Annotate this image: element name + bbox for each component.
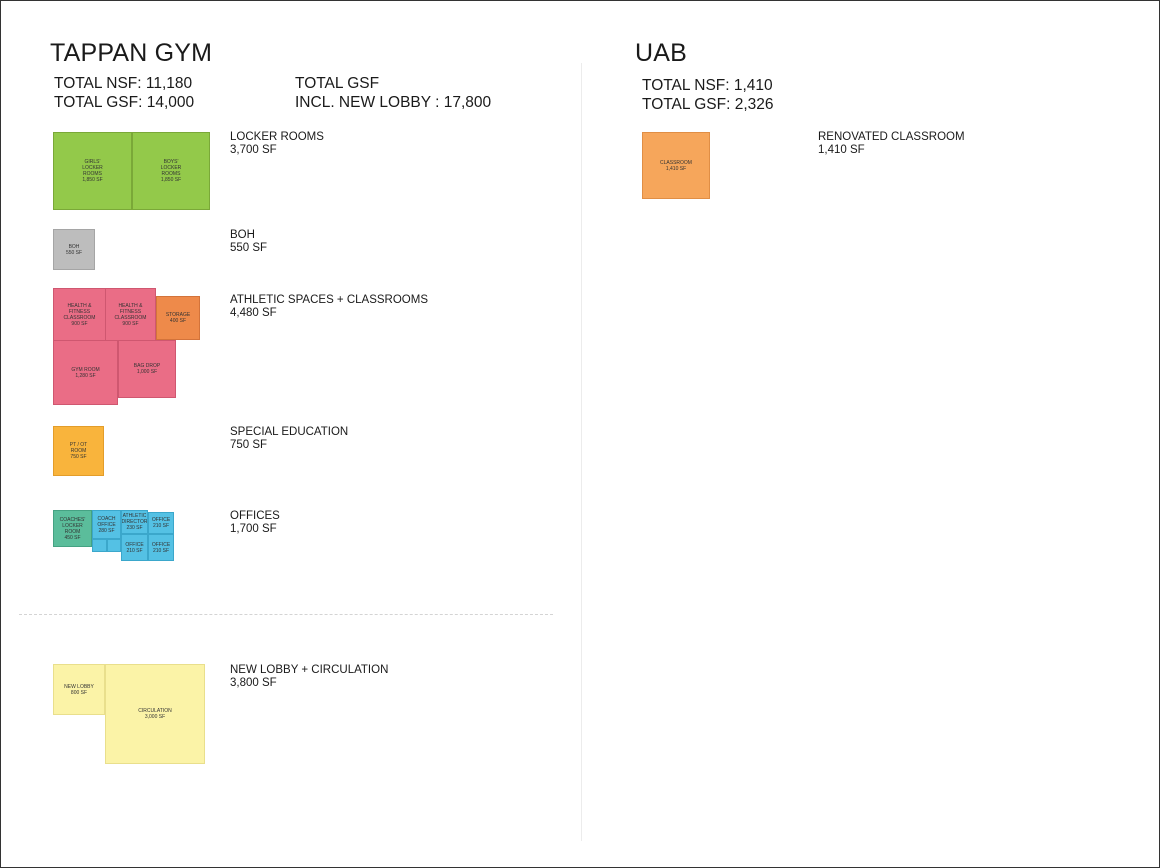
boh-label: BOH 550 SF (230, 229, 267, 255)
circulation-text: CIRCULATION 3,000 SF (138, 708, 172, 720)
offices-name: OFFICES (230, 510, 280, 522)
coach-office-text: COACH OFFICE 280 SF (97, 515, 116, 534)
boh-block: BOH 550 SF (53, 229, 95, 270)
tappan-gym-title: TAPPAN GYM (50, 39, 213, 67)
bag-drop-text: BAG DROP 1,000 SF (133, 363, 161, 375)
office-bottom-1-block: OFFICE 210 SF (121, 534, 148, 561)
classroom-block: CLASSROOM 1,410 SF (642, 132, 710, 199)
new-lobby-text: NEW LOBBY 800 SF (64, 683, 94, 696)
athletic-name: ATHLETIC SPACES + CLASSROOMS (230, 294, 428, 306)
office-top-text: OFFICE 210 SF (151, 517, 171, 529)
small-room-1-block (92, 539, 107, 552)
column-divider (581, 63, 582, 841)
boys-locker-room-block: BOYS' LOCKER ROOMS 1,850 SF (132, 132, 210, 210)
office-bottom-2-block: OFFICE 210 SF (148, 534, 174, 561)
coaches-locker-room-block: COACHES' LOCKER ROOM 450 SF (53, 510, 92, 547)
diagram-frame: TAPPAN GYM TOTAL NSF: 11,180 TOTAL GSF: … (0, 0, 1160, 868)
lobby-divider (19, 614, 553, 615)
coaches-locker-room-text: COACHES' LOCKER ROOM 450 SF (59, 516, 86, 541)
boys-locker-room-text: BOYS' LOCKER ROOMS 1,850 SF (160, 159, 182, 183)
locker-rooms-label: LOCKER ROOMS 3,700 SF (230, 131, 324, 157)
new-lobby-block: NEW LOBBY 800 SF (53, 664, 105, 715)
locker-rooms-area: 3,700 SF (230, 144, 277, 156)
office-bottom-1-text: OFFICE 210 SF (125, 541, 144, 554)
locker-rooms-name: LOCKER ROOMS (230, 131, 324, 143)
bag-drop-block: BAG DROP 1,000 SF (118, 340, 176, 398)
boh-name: BOH (230, 229, 255, 241)
health-fitness-classroom-1-text: HEALTH & FITNESS CLASSROOM 900 SF (63, 302, 96, 327)
tappan-gsf-lobby-label: TOTAL GSF (295, 75, 380, 92)
special-education-name: SPECIAL EDUCATION (230, 426, 349, 438)
tappan-gsf-lobby-value: INCL. NEW LOBBY : 17,800 (295, 94, 492, 111)
gym-room-block: GYM ROOM 1,280 SF (53, 340, 118, 405)
storage-block: STORAGE 400 SF (156, 296, 200, 340)
lobby-circulation-area: 3,800 SF (230, 677, 277, 689)
boh-block-text: BOH 550 SF (65, 243, 83, 256)
athletic-label: ATHLETIC SPACES + CLASSROOMS 4,480 SF (230, 294, 428, 320)
health-fitness-classroom-2-text: HEALTH & FITNESS CLASSROOM 900 SF (114, 302, 147, 327)
offices-area: 1,700 SF (230, 523, 277, 535)
office-top-block: OFFICE 210 SF (148, 512, 174, 534)
boh-area: 550 SF (230, 242, 268, 254)
lobby-circulation-label: NEW LOBBY + CIRCULATION 3,800 SF (230, 664, 388, 690)
offices-label: OFFICES 1,700 SF (230, 510, 280, 536)
renovated-classroom-name: RENOVATED CLASSROOM (818, 131, 965, 143)
health-fitness-classroom-1-block: HEALTH & FITNESS CLASSROOM 900 SF (53, 288, 106, 341)
pt-ot-room-block: PT / OT ROOM 750 SF (53, 426, 104, 476)
pt-ot-room-text: PT / OT ROOM 750 SF (69, 442, 88, 460)
special-education-label: SPECIAL EDUCATION 750 SF (230, 426, 348, 452)
athletic-director-office-block: ATHLETIC DIRECTOR 230 SF (121, 510, 148, 534)
athletic-area: 4,480 SF (230, 307, 277, 319)
girls-locker-room-text: GIRLS' LOCKER ROOMS 1,850 SF (82, 159, 103, 183)
storage-text: STORAGE 400 SF (165, 312, 191, 324)
uab-title: UAB (635, 39, 688, 67)
coach-office-block: COACH OFFICE 280 SF (92, 510, 121, 539)
uab-total-gsf: TOTAL GSF: 2,326 (642, 96, 774, 113)
renovated-classroom-label: RENOVATED CLASSROOM 1,410 SF (818, 131, 965, 157)
tappan-total-nsf: TOTAL NSF: 11,180 (54, 75, 193, 92)
special-education-area: 750 SF (230, 439, 268, 451)
health-fitness-classroom-2-block: HEALTH & FITNESS CLASSROOM 900 SF (105, 288, 156, 341)
athletic-director-office-text: ATHLETIC DIRECTOR 230 SF (121, 513, 148, 531)
girls-locker-room-block: GIRLS' LOCKER ROOMS 1,850 SF (53, 132, 132, 210)
classroom-text: CLASSROOM 1,410 SF (660, 159, 692, 172)
renovated-classroom-area: 1,410 SF (818, 144, 865, 156)
small-room-2-block (107, 539, 121, 552)
tappan-total-gsf: TOTAL GSF: 14,000 (54, 94, 195, 111)
lobby-circulation-name: NEW LOBBY + CIRCULATION (230, 664, 389, 676)
office-bottom-2-text: OFFICE 210 SF (151, 541, 171, 554)
uab-total-nsf: TOTAL NSF: 1,410 (642, 77, 773, 94)
gym-room-text: GYM ROOM 1,280 SF (71, 366, 100, 379)
circulation-block: CIRCULATION 3,000 SF (105, 664, 205, 764)
